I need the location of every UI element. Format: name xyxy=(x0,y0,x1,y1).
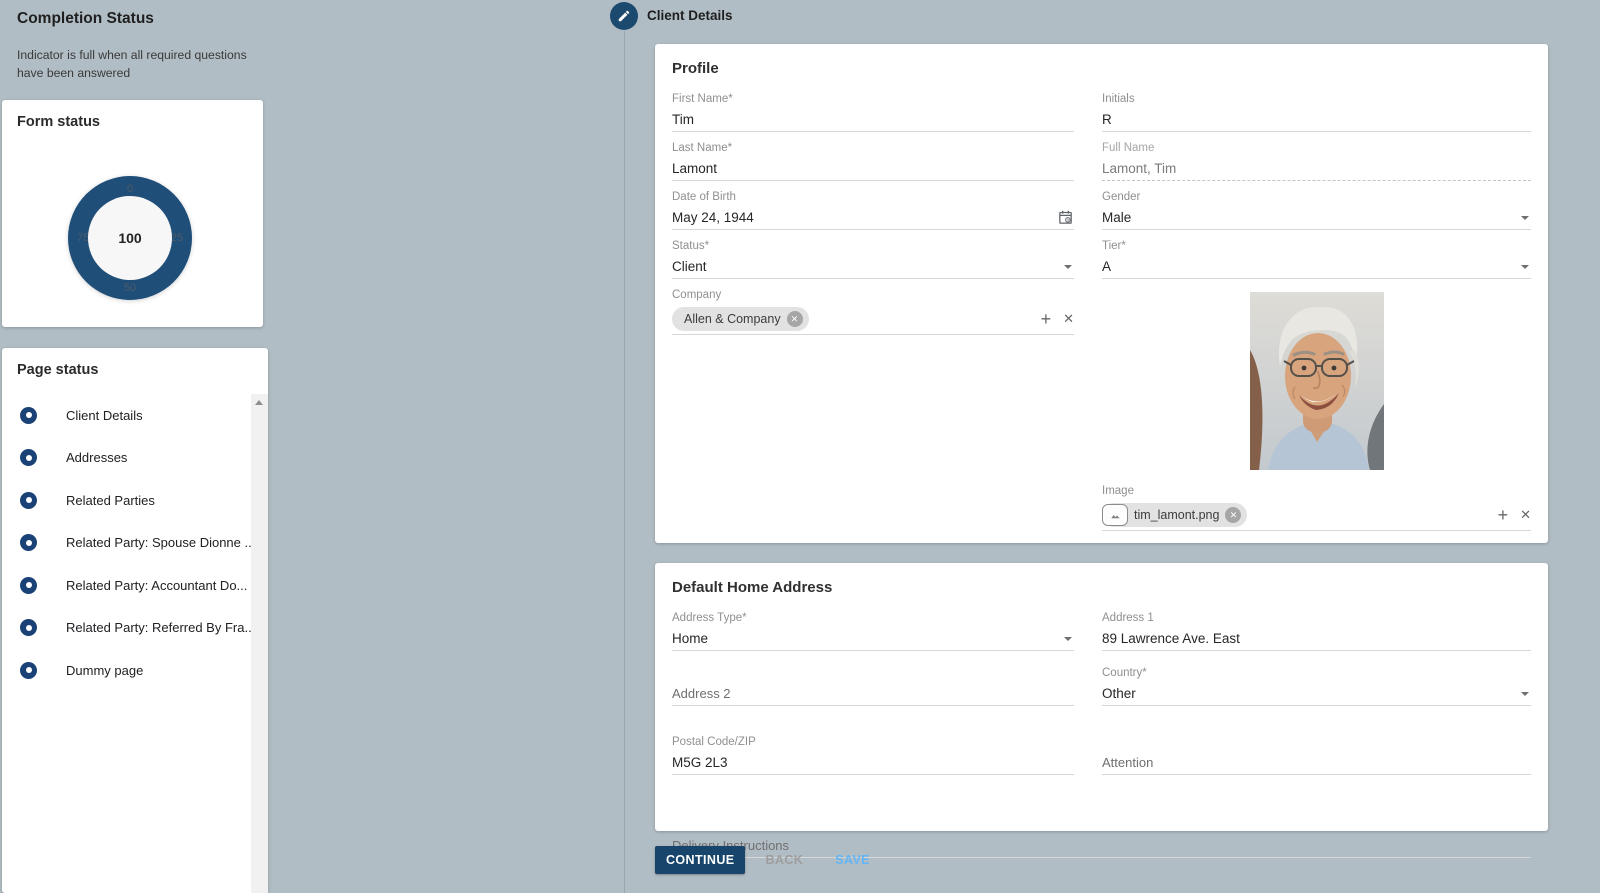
page-status-item-accountant[interactable]: Related Party: Accountant Do... xyxy=(2,564,251,607)
postal-code-input[interactable]: M5G 2L3 xyxy=(672,751,1074,775)
first-name-input[interactable]: Tim xyxy=(672,108,1074,132)
page-status-card-title: Page status xyxy=(17,362,98,378)
dropdown-caret-icon xyxy=(1521,692,1529,696)
page-complete-icon xyxy=(20,449,37,466)
profile-left-column: First Name* Tim Last Name* Lamont Date o… xyxy=(672,90,1074,344)
chip-remove-icon[interactable]: ✕ xyxy=(1225,507,1241,523)
field-date-of-birth: Date of Birth May 24, 1944 xyxy=(672,188,1074,237)
form-status-card: Form status 0 25 50 75 100 xyxy=(2,100,263,327)
address-left-column: Address Type* Home Address 2 Postal Code… xyxy=(672,609,1074,782)
image-add-icon[interactable]: + xyxy=(1498,506,1509,524)
scroll-up-arrow-icon[interactable] xyxy=(255,400,263,405)
last-name-input[interactable]: Lamont xyxy=(672,157,1074,181)
field-country: Country* Other xyxy=(1102,664,1531,713)
address-type-select[interactable]: Home xyxy=(672,627,1074,651)
company-chip-row: Allen & Company ✕ + ✕ xyxy=(672,304,1074,335)
gauge-tick-50: 50 xyxy=(124,282,136,294)
page-complete-icon xyxy=(20,492,37,509)
image-clear-icon[interactable]: ✕ xyxy=(1520,507,1531,523)
page-status-scrollbar[interactable] xyxy=(251,394,268,893)
completion-status-title: Completion Status xyxy=(17,10,154,28)
company-add-icon[interactable]: + xyxy=(1041,310,1052,328)
page-complete-icon xyxy=(20,577,37,594)
gauge-center-value: 100 xyxy=(118,230,141,246)
full-name-readonly: Lamont, Tim xyxy=(1102,157,1531,181)
dropdown-caret-icon xyxy=(1064,265,1072,269)
page-status-item-referred-by[interactable]: Related Party: Referred By Fra... xyxy=(2,607,251,650)
gender-select[interactable]: Male xyxy=(1102,206,1531,230)
date-of-birth-input[interactable]: May 24, 1944 xyxy=(672,206,1074,230)
address-card: Default Home Address Address Type* Home … xyxy=(655,563,1548,831)
dropdown-caret-icon xyxy=(1064,637,1072,641)
page-complete-icon xyxy=(20,619,37,636)
image-file-icon xyxy=(1102,504,1128,526)
profile-card-title: Profile xyxy=(672,60,719,77)
gauge-tick-0: 0 xyxy=(127,183,133,195)
page-complete-icon xyxy=(20,407,37,424)
dropdown-caret-icon xyxy=(1521,216,1529,220)
chip-remove-icon[interactable]: ✕ xyxy=(787,311,803,327)
step-connector-line xyxy=(624,31,625,893)
field-company: Company Allen & Company ✕ + ✕ xyxy=(672,286,1074,344)
address-card-title: Default Home Address xyxy=(672,579,832,596)
page-status-list: Client Details Addresses Related Parties… xyxy=(2,394,251,893)
image-chip-row: tim_lamont.png ✕ + ✕ xyxy=(1102,500,1531,531)
company-clear-icon[interactable]: ✕ xyxy=(1063,311,1074,327)
back-button[interactable]: BACK xyxy=(757,846,811,874)
form-status-card-title: Form status xyxy=(17,114,100,130)
page-status-item-dummy-page[interactable]: Dummy page xyxy=(2,649,251,692)
field-gender: Gender Male xyxy=(1102,188,1531,237)
client-photo xyxy=(1250,292,1384,470)
page-status-item-addresses[interactable]: Addresses xyxy=(2,437,251,480)
pencil-icon xyxy=(617,9,631,23)
country-select[interactable]: Other xyxy=(1102,682,1531,706)
field-initials: Initials R xyxy=(1102,90,1531,139)
field-tier: Tier* A xyxy=(1102,237,1531,286)
profile-right-column: Initials R Full Name Lamont, Tim Gender … xyxy=(1102,90,1531,540)
field-address1: Address 1 89 Lawrence Ave. East xyxy=(1102,609,1531,658)
field-last-name: Last Name* Lamont xyxy=(672,139,1074,188)
initials-input[interactable]: R xyxy=(1102,108,1531,132)
save-button[interactable]: SAVE xyxy=(827,846,878,874)
page-status-item-client-details[interactable]: Client Details xyxy=(2,394,251,437)
field-full-name: Full Name Lamont, Tim xyxy=(1102,139,1531,188)
page: Completion Status Indicator is full when… xyxy=(0,0,1600,893)
section-title: Client Details xyxy=(647,2,733,30)
continue-button[interactable]: CONTINUE xyxy=(655,846,745,874)
field-image: Image tim_lamont.png ✕ + ✕ xyxy=(1102,482,1531,540)
attention-input[interactable]: Attention xyxy=(1102,751,1531,775)
field-postal-code: Postal Code/ZIP M5G 2L3 xyxy=(672,733,1074,782)
completion-donut-gauge: 0 25 50 75 100 xyxy=(68,176,192,300)
field-status: Status* Client xyxy=(672,237,1074,286)
gauge-hole: 100 xyxy=(88,196,172,280)
page-status-card: Page status Client Details Addresses Rel… xyxy=(2,348,268,893)
gauge-tick-25: 25 xyxy=(171,232,183,244)
page-status-item-related-parties[interactable]: Related Parties xyxy=(2,479,251,522)
form-action-buttons: CONTINUE BACK SAVE xyxy=(655,846,878,874)
image-chip[interactable]: tim_lamont.png ✕ xyxy=(1102,503,1247,527)
section-step-circle xyxy=(610,2,638,30)
address2-input[interactable]: Address 2 xyxy=(672,682,1074,706)
tier-select[interactable]: A xyxy=(1102,255,1531,279)
company-chip[interactable]: Allen & Company ✕ xyxy=(672,307,809,331)
profile-card: Profile First Name* Tim Last Name* Lamon… xyxy=(655,44,1548,543)
field-first-name: First Name* Tim xyxy=(672,90,1074,139)
dropdown-caret-icon xyxy=(1521,265,1529,269)
page-status-item-spouse[interactable]: Related Party: Spouse Dionne ... xyxy=(2,522,251,565)
field-attention: Attention xyxy=(1102,733,1531,782)
completion-status-description: Indicator is full when all required ques… xyxy=(17,47,273,82)
page-complete-icon xyxy=(20,662,37,679)
page-complete-icon xyxy=(20,534,37,551)
field-address-type: Address Type* Home xyxy=(672,609,1074,658)
address-right-column: Address 1 89 Lawrence Ave. East Country*… xyxy=(1102,609,1531,782)
status-select[interactable]: Client xyxy=(672,255,1074,279)
address1-input[interactable]: 89 Lawrence Ave. East xyxy=(1102,627,1531,651)
field-address2: Address 2 xyxy=(672,664,1074,713)
calendar-clock-icon[interactable] xyxy=(1057,209,1074,226)
